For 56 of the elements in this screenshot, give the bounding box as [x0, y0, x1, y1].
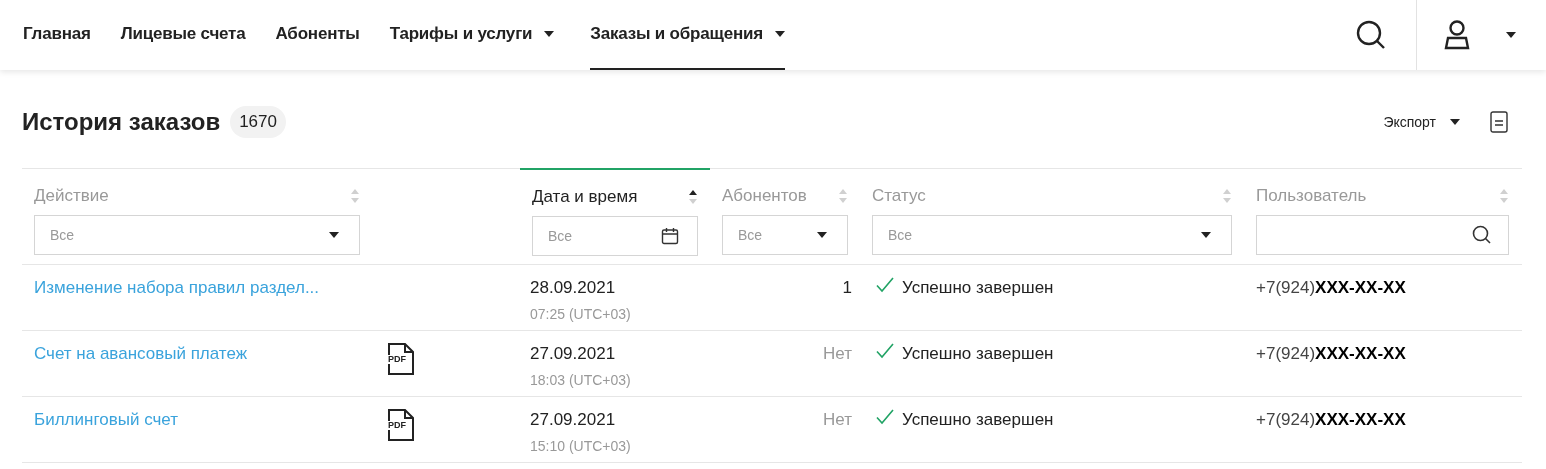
nav-tab[interactable]: Лицевые счета: [120, 0, 246, 70]
date-text: 28.09.2021: [530, 277, 617, 299]
date-field[interactable]: Все: [532, 216, 698, 256]
nav-tab[interactable]: Главная: [23, 0, 91, 70]
caret-icon: [1450, 119, 1460, 125]
filter-value: Все: [888, 225, 913, 245]
status-text: Успешно завершен: [902, 409, 1054, 431]
page-title: История заказов: [22, 107, 221, 137]
phone-prefix: +7(924): [1256, 343, 1316, 365]
caret-icon: [1506, 32, 1516, 38]
nav-tab[interactable]: Тарифы и услуги: [389, 0, 555, 70]
time-text: 07:25 (UTC+03): [530, 304, 632, 324]
filter-dropdown[interactable]: Все: [872, 215, 1232, 255]
nav-tab[interactable]: Заказы и обращения: [590, 0, 785, 70]
search-icon[interactable]: [1356, 20, 1386, 50]
filter-dropdown[interactable]: Все: [34, 215, 360, 255]
filter-dropdown[interactable]: Все: [722, 215, 848, 255]
phone-masked: XXX-XX-XX: [1315, 277, 1406, 299]
pdf-file-icon[interactable]: PDF: [387, 409, 414, 441]
subscriber-count: Нет: [823, 410, 852, 429]
column-header[interactable]: Действие: [34, 183, 109, 209]
status-text: Успешно завершен: [902, 277, 1054, 299]
subscriber-count: Нет: [823, 344, 852, 363]
subscriber-count: 1: [842, 278, 852, 297]
time-text: 15:10 (UTC+03): [530, 436, 632, 456]
document-icon[interactable]: [1490, 111, 1508, 133]
filter-value: Все: [548, 226, 573, 246]
phone-prefix: +7(924): [1256, 277, 1316, 299]
phone-masked: XXX-XX-XX: [1315, 409, 1406, 431]
phone-masked: XXX-XX-XX: [1315, 343, 1406, 365]
caret-icon: [817, 232, 827, 238]
order-link[interactable]: Счет на авансовый платеж: [34, 344, 248, 363]
time-text: 18:03 (UTC+03): [530, 370, 632, 390]
filter-value: Все: [50, 225, 75, 245]
filter-value: Все: [738, 225, 763, 245]
caret-icon: [329, 232, 339, 238]
order-link[interactable]: Биллинговый счет: [34, 410, 178, 429]
user-search-field[interactable]: [1256, 215, 1509, 255]
export-button[interactable]: Экспорт: [1383, 111, 1460, 133]
search-icon[interactable]: [1472, 225, 1492, 245]
status-text: Успешно завершен: [902, 343, 1054, 365]
order-link[interactable]: Изменение набора правил раздел...: [34, 278, 320, 297]
column-header[interactable]: Статус: [872, 183, 926, 209]
caret-icon: [1201, 232, 1211, 238]
calendar-icon[interactable]: [661, 227, 679, 245]
date-text: 27.09.2021: [530, 409, 617, 431]
phone-prefix: +7(924): [1256, 409, 1316, 431]
sort-icon[interactable]: [688, 189, 698, 205]
column-header[interactable]: Пользователь: [1256, 183, 1367, 209]
user-icon[interactable]: [1444, 20, 1470, 50]
date-text: 27.09.2021: [530, 343, 617, 365]
nav-tab[interactable]: Абоненты: [275, 0, 360, 70]
count-badge: 1670: [230, 106, 286, 138]
column-header[interactable]: Абонентов: [722, 183, 807, 209]
pdf-file-icon[interactable]: PDF: [387, 343, 414, 375]
column-header[interactable]: Дата и время: [532, 184, 638, 210]
